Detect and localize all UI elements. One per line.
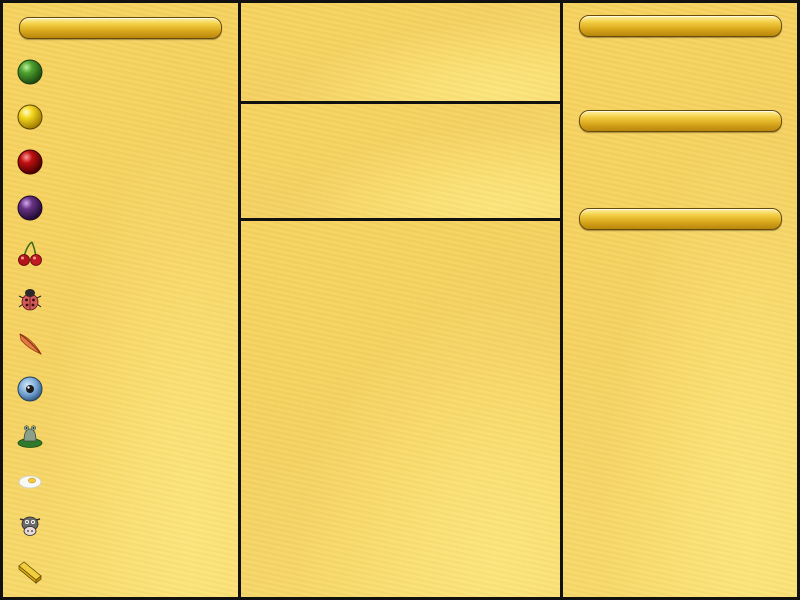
gold-bar-icon: [18, 561, 42, 584]
red-ball-item[interactable]: [15, 147, 45, 177]
cow-icon: [19, 516, 41, 536]
gold-bar-item[interactable]: [15, 555, 45, 585]
yellow-ball-item[interactable]: [15, 102, 45, 132]
fried-egg-icon: [18, 475, 42, 489]
ladybug-icon: [18, 289, 42, 311]
feather-item[interactable]: [15, 329, 45, 359]
right-panel: [563, 3, 797, 597]
eye-item[interactable]: [15, 374, 45, 404]
center-middle-panel: [241, 104, 560, 218]
center-top-panel: [241, 3, 560, 101]
frog-on-lilypad-icon: [17, 425, 43, 448]
purple-ball-icon: [17, 195, 43, 221]
purple-ball-item[interactable]: [15, 193, 45, 223]
egg-item[interactable]: [15, 465, 45, 495]
yellow-ball-icon: [17, 104, 43, 130]
left-inventory-panel: [3, 3, 238, 597]
green-ball-item[interactable]: [15, 57, 45, 87]
game-board: [0, 0, 800, 600]
green-ball-icon: [17, 59, 43, 85]
cherries-icon: [18, 241, 42, 266]
right-bar-1[interactable]: [579, 15, 782, 37]
right-bar-2[interactable]: [579, 110, 782, 132]
cherries-item[interactable]: [15, 238, 45, 268]
center-bottom-panel: [241, 221, 560, 597]
right-bar-3[interactable]: [579, 208, 782, 230]
ladybug-item[interactable]: [15, 284, 45, 314]
eye-icon: [17, 376, 43, 402]
left-title-bar[interactable]: [19, 17, 222, 39]
feather-icon: [19, 333, 42, 355]
frog-item[interactable]: [15, 420, 45, 450]
red-ball-icon: [17, 149, 43, 175]
cow-item[interactable]: [15, 510, 45, 540]
